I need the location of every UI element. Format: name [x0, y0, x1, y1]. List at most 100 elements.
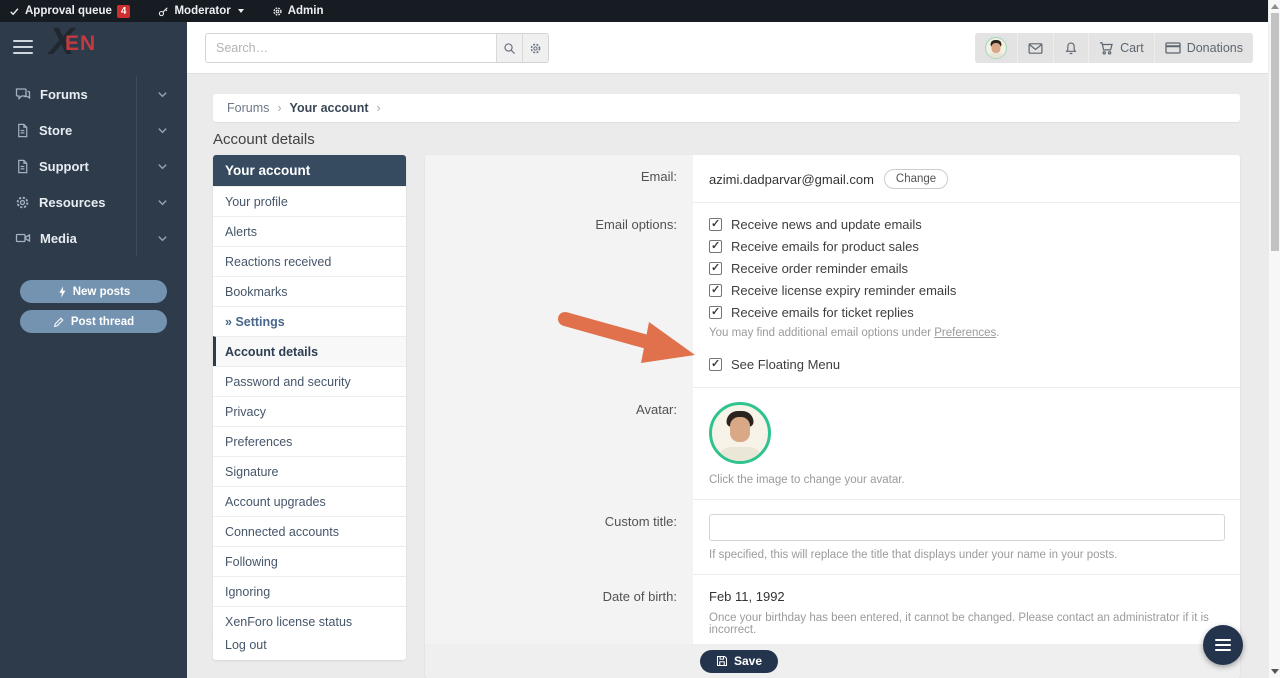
save-bar: Save [425, 644, 1240, 678]
approval-queue-link[interactable]: Approval queue 4 [9, 5, 130, 18]
checkbox-checked-icon[interactable] [709, 358, 722, 371]
subnav-item-preferences[interactable]: Preferences [213, 426, 406, 456]
scroll-down-arrow-icon[interactable] [1271, 669, 1279, 674]
chevron-down-icon[interactable] [136, 220, 187, 256]
donations-button[interactable]: Donations [1154, 33, 1253, 63]
menu-icon [1215, 639, 1231, 641]
sidebar-logo-row: X EN [0, 22, 187, 72]
search-group [205, 33, 549, 63]
sidebar-item-label: Forums [40, 87, 136, 102]
chevron-down-icon[interactable] [136, 112, 187, 148]
search-options-button[interactable] [522, 34, 548, 62]
sidebar-item-store[interactable]: Store [0, 112, 187, 148]
breadcrumb-separator: › [377, 101, 381, 115]
subnav-item-bookmarks[interactable]: Bookmarks [213, 276, 406, 306]
option-see-floating-menu[interactable]: See Floating Menu [709, 357, 1224, 372]
store-icon [15, 123, 30, 138]
logout-button[interactable]: Log out [213, 630, 406, 660]
checkbox-checked-icon[interactable] [709, 240, 722, 253]
account-details-form: Email: azimi.dadparvar@gmail.com Change … [425, 155, 1240, 678]
option-order-reminder-emails[interactable]: Receive order reminder emails [709, 261, 1224, 276]
support-icon [15, 159, 30, 174]
option-label: Receive order reminder emails [731, 261, 908, 276]
new-posts-label: New posts [73, 286, 131, 298]
pencil-icon [53, 316, 65, 328]
subnav-item-signature[interactable]: Signature [213, 456, 406, 486]
moderator-menu[interactable]: Moderator [158, 5, 243, 17]
content-area: Forums › Your account › Account details … [187, 74, 1268, 678]
custom-title-hint: If specified, this will replace the titl… [709, 549, 1225, 561]
save-icon [716, 655, 728, 667]
chevron-down-icon[interactable] [136, 148, 187, 184]
search-button[interactable] [496, 34, 522, 62]
custom-title-input[interactable] [709, 514, 1225, 541]
floating-menu-button[interactable] [1203, 625, 1243, 665]
search-input[interactable] [206, 34, 496, 62]
subnav-item-reactions-received[interactable]: Reactions received [213, 246, 406, 276]
avatar[interactable] [709, 402, 771, 464]
admin-link[interactable]: Admin [272, 5, 324, 17]
subnav-item-settings[interactable]: » Settings [213, 306, 406, 336]
alerts-button[interactable] [1053, 33, 1088, 63]
envelope-icon [1028, 41, 1043, 56]
sidebar-buttons: New posts Post thread [0, 280, 187, 333]
subnav-item-ignoring[interactable]: Ignoring [213, 576, 406, 606]
sidebar-item-resources[interactable]: Resources [0, 184, 187, 220]
subnav-item-your-profile[interactable]: Your profile [213, 186, 406, 216]
menu-icon[interactable] [13, 36, 33, 58]
option-ticket-replies-emails[interactable]: Receive emails for ticket replies [709, 305, 1224, 320]
cart-button[interactable]: Cart [1088, 33, 1154, 63]
sidebar-item-label: Media [40, 231, 136, 246]
scroll-up-arrow-icon[interactable] [1271, 4, 1279, 9]
bell-icon [1064, 41, 1078, 56]
checkbox-checked-icon[interactable] [709, 284, 722, 297]
email-options-label: Email options: [425, 203, 693, 388]
logo[interactable]: X EN [49, 28, 121, 66]
subnav-item-following[interactable]: Following [213, 546, 406, 576]
subnav-item-account-details[interactable]: Account details [213, 336, 406, 366]
checkbox-checked-icon[interactable] [709, 306, 722, 319]
chevron-down-icon[interactable] [136, 76, 187, 112]
settings-prefix: » [225, 315, 232, 329]
account-menu-button[interactable] [975, 33, 1017, 63]
approval-queue-label: Approval queue [25, 5, 112, 17]
sidebar-item-media[interactable]: Media [0, 220, 187, 256]
preferences-link[interactable]: Preferences [934, 327, 996, 339]
subnav-item-alerts[interactable]: Alerts [213, 216, 406, 246]
subnav-header-your-account[interactable]: Your account [213, 155, 406, 186]
post-thread-button[interactable]: Post thread [20, 310, 167, 333]
email-options-hint: You may find additional email options un… [709, 327, 1224, 339]
option-label: Receive license expiry reminder emails [731, 283, 956, 298]
sidebar-item-support[interactable]: Support [0, 148, 187, 184]
search-icon [503, 42, 516, 55]
subnav-item-account-upgrades[interactable]: Account upgrades [213, 486, 406, 516]
custom-title-row: Custom title: If specified, this will re… [425, 500, 1240, 575]
conversations-button[interactable] [1017, 33, 1053, 63]
key-icon [158, 6, 169, 17]
sidebar-item-forums[interactable]: Forums [0, 76, 187, 112]
option-label: Receive emails for product sales [731, 239, 919, 254]
new-posts-button[interactable]: New posts [20, 280, 167, 303]
sidebar-item-label: Store [39, 123, 136, 138]
approval-queue-badge: 4 [117, 5, 131, 18]
chevron-down-icon[interactable] [136, 184, 187, 220]
option-news-emails[interactable]: Receive news and update emails [709, 217, 1224, 232]
checkbox-checked-icon[interactable] [709, 218, 722, 231]
breadcrumb-your-account[interactable]: Your account [290, 101, 369, 115]
breadcrumb-forums[interactable]: Forums [227, 101, 269, 115]
option-license-expiry-emails[interactable]: Receive license expiry reminder emails [709, 283, 1224, 298]
checkbox-checked-icon[interactable] [709, 262, 722, 275]
change-email-button[interactable]: Change [884, 169, 948, 189]
scrollbar-thumb[interactable] [1271, 13, 1279, 251]
page-scrollbar[interactable] [1268, 0, 1280, 678]
save-button[interactable]: Save [700, 650, 778, 673]
gear-icon [272, 6, 283, 17]
subnav-item-privacy[interactable]: Privacy [213, 396, 406, 426]
option-product-sales-emails[interactable]: Receive emails for product sales [709, 239, 1224, 254]
user-tools: Cart Donations [975, 33, 1253, 63]
subnav-item-connected-accounts[interactable]: Connected accounts [213, 516, 406, 546]
donations-label: Donations [1187, 41, 1243, 55]
email-options-row: Email options: Receive news and update e… [425, 203, 1240, 388]
moderator-label: Moderator [174, 5, 230, 17]
subnav-item-password-security[interactable]: Password and security [213, 366, 406, 396]
